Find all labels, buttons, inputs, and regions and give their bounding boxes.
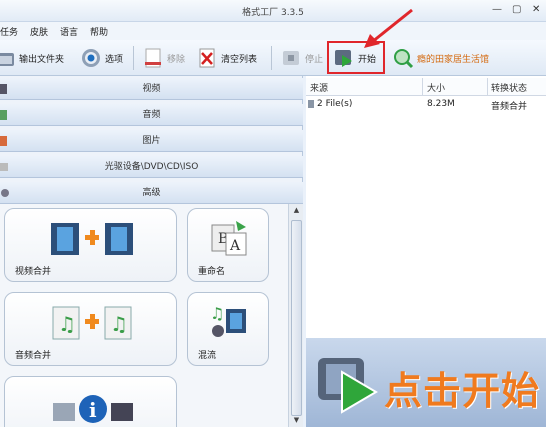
output-folder-button[interactable]: 输出文件夹 — [0, 44, 64, 72]
menu-skin[interactable]: 皮肤 — [30, 25, 48, 38]
svg-text:♫: ♫ — [110, 312, 128, 336]
scroll-down-arrow-icon[interactable]: ▼ — [291, 416, 302, 427]
stop-button[interactable]: 停止 — [280, 44, 323, 72]
options-button[interactable]: 选项 — [80, 44, 123, 72]
info-icon: i — [53, 395, 133, 423]
row-status: 音频合并 — [491, 102, 528, 112]
svg-text:♫: ♫ — [210, 304, 224, 323]
col-status[interactable]: 转换状态 — [491, 81, 527, 94]
clear-icon — [196, 47, 218, 69]
disc-category-icon — [0, 160, 10, 174]
audio-merge-tile[interactable]: ♫ ♫ 音频合并 — [4, 292, 177, 366]
play-icon — [318, 358, 378, 414]
document-icon — [142, 47, 164, 69]
tool-grid-scrollbar[interactable]: ▲ ▼ — [288, 204, 303, 427]
menu-bar: 任务 皮肤 语言 帮助 — [0, 22, 546, 40]
category-video[interactable]: 视频 — [0, 78, 303, 100]
svg-text:i: i — [89, 398, 97, 422]
audio-merge-label: 音频合并 — [15, 351, 52, 361]
col-size[interactable]: 大小 — [427, 81, 445, 94]
folder-icon — [0, 47, 16, 69]
file-icon — [308, 100, 314, 108]
minimize-button[interactable]: — — [492, 4, 502, 15]
column-separator — [422, 78, 423, 96]
start-banner: 点击开始 — [306, 338, 546, 427]
audio-merge-icon: ♫ ♫ — [52, 306, 132, 340]
row-size: 8.23M — [427, 99, 455, 109]
mix-label: 混流 — [198, 351, 217, 361]
category-image[interactable]: 图片 — [0, 130, 303, 152]
maximize-button[interactable]: ▢ — [512, 4, 521, 15]
stop-icon — [280, 47, 302, 69]
rename-label: 重命名 — [198, 267, 226, 277]
category-label: 光驱设备\DVD\CD\ISO — [104, 162, 199, 172]
category-label: 图片 — [142, 136, 161, 146]
click-start-text: 点击开始 — [384, 369, 541, 413]
category-dvd[interactable]: 光驱设备\DVD\CD\ISO — [0, 156, 303, 178]
red-arrow-annotation — [364, 8, 413, 48]
category-audio[interactable]: 音频 — [0, 104, 303, 126]
search-icon — [392, 47, 414, 69]
category-advanced[interactable]: 高级 — [0, 182, 303, 204]
mix-tile[interactable]: ♫ 混流 — [187, 292, 269, 366]
scroll-up-arrow-icon[interactable]: ▲ — [291, 206, 302, 217]
image-category-icon — [0, 134, 10, 148]
category-label: 视频 — [142, 84, 161, 94]
video-merge-icon — [51, 223, 133, 255]
tool-grid: 视频合并 B A 重命名 ♫ ♫ 音频合并 ♫ 混流 i — [0, 204, 288, 427]
media-info-tile[interactable]: i — [4, 376, 177, 427]
video-merge-label: 视频合并 — [15, 267, 52, 277]
menu-language[interactable]: 语言 — [60, 25, 78, 38]
toolbar-separator — [133, 46, 134, 70]
window-title: 格式工厂 3.3.5 — [242, 8, 304, 18]
category-label: 音频 — [142, 110, 161, 120]
rename-icon: B A — [211, 221, 247, 256]
advanced-category-icon — [0, 186, 10, 200]
clear-list-label: 清空列表 — [221, 54, 258, 65]
toolbar: 输出文件夹 选项 移除 清空列表 停止 开始 瘾的田家居生活馆 — [0, 40, 546, 76]
column-separator — [487, 78, 488, 96]
video-merge-tile[interactable]: 视频合并 — [4, 208, 177, 282]
svg-text:A: A — [229, 238, 241, 254]
task-list-header: 来源 大小 转换状态 — [306, 78, 546, 96]
stop-label: 停止 — [305, 54, 324, 65]
task-list: 来源 大小 转换状态 2 File(s) 8.23M 音频合并 — [306, 76, 546, 338]
rename-tile[interactable]: B A 重命名 — [187, 208, 269, 282]
gear-icon — [80, 47, 102, 69]
output-folder-label: 输出文件夹 — [19, 54, 65, 65]
row-source: 2 File(s) — [317, 99, 353, 109]
svg-text:♫: ♫ — [58, 312, 76, 336]
promo-label: 瘾的田家居生活馆 — [417, 54, 490, 65]
remove-label: 移除 — [167, 54, 186, 65]
video-category-icon — [0, 82, 10, 96]
table-row[interactable]: 2 File(s) 8.23M 音频合并 — [306, 96, 546, 112]
close-button[interactable]: ✕ — [532, 4, 540, 15]
audio-category-icon — [0, 108, 10, 122]
menu-task[interactable]: 任务 — [0, 25, 18, 38]
clear-list-button[interactable]: 清空列表 — [196, 44, 257, 72]
title-bar: 格式工厂 3.3.5 — ▢ ✕ — [0, 0, 546, 22]
menu-help[interactable]: 帮助 — [90, 25, 108, 38]
scroll-thumb[interactable] — [291, 220, 302, 416]
remove-button[interactable]: 移除 — [142, 44, 185, 72]
col-source[interactable]: 来源 — [310, 81, 328, 94]
category-label: 高级 — [142, 188, 161, 198]
left-panel: 视频 音频 图片 光驱设备\DVD\CD\ISO 高级 视频合并 B A 重命名… — [0, 76, 303, 427]
toolbar-separator — [271, 46, 272, 70]
mix-stream-icon: ♫ — [210, 304, 246, 337]
options-label: 选项 — [105, 54, 124, 65]
